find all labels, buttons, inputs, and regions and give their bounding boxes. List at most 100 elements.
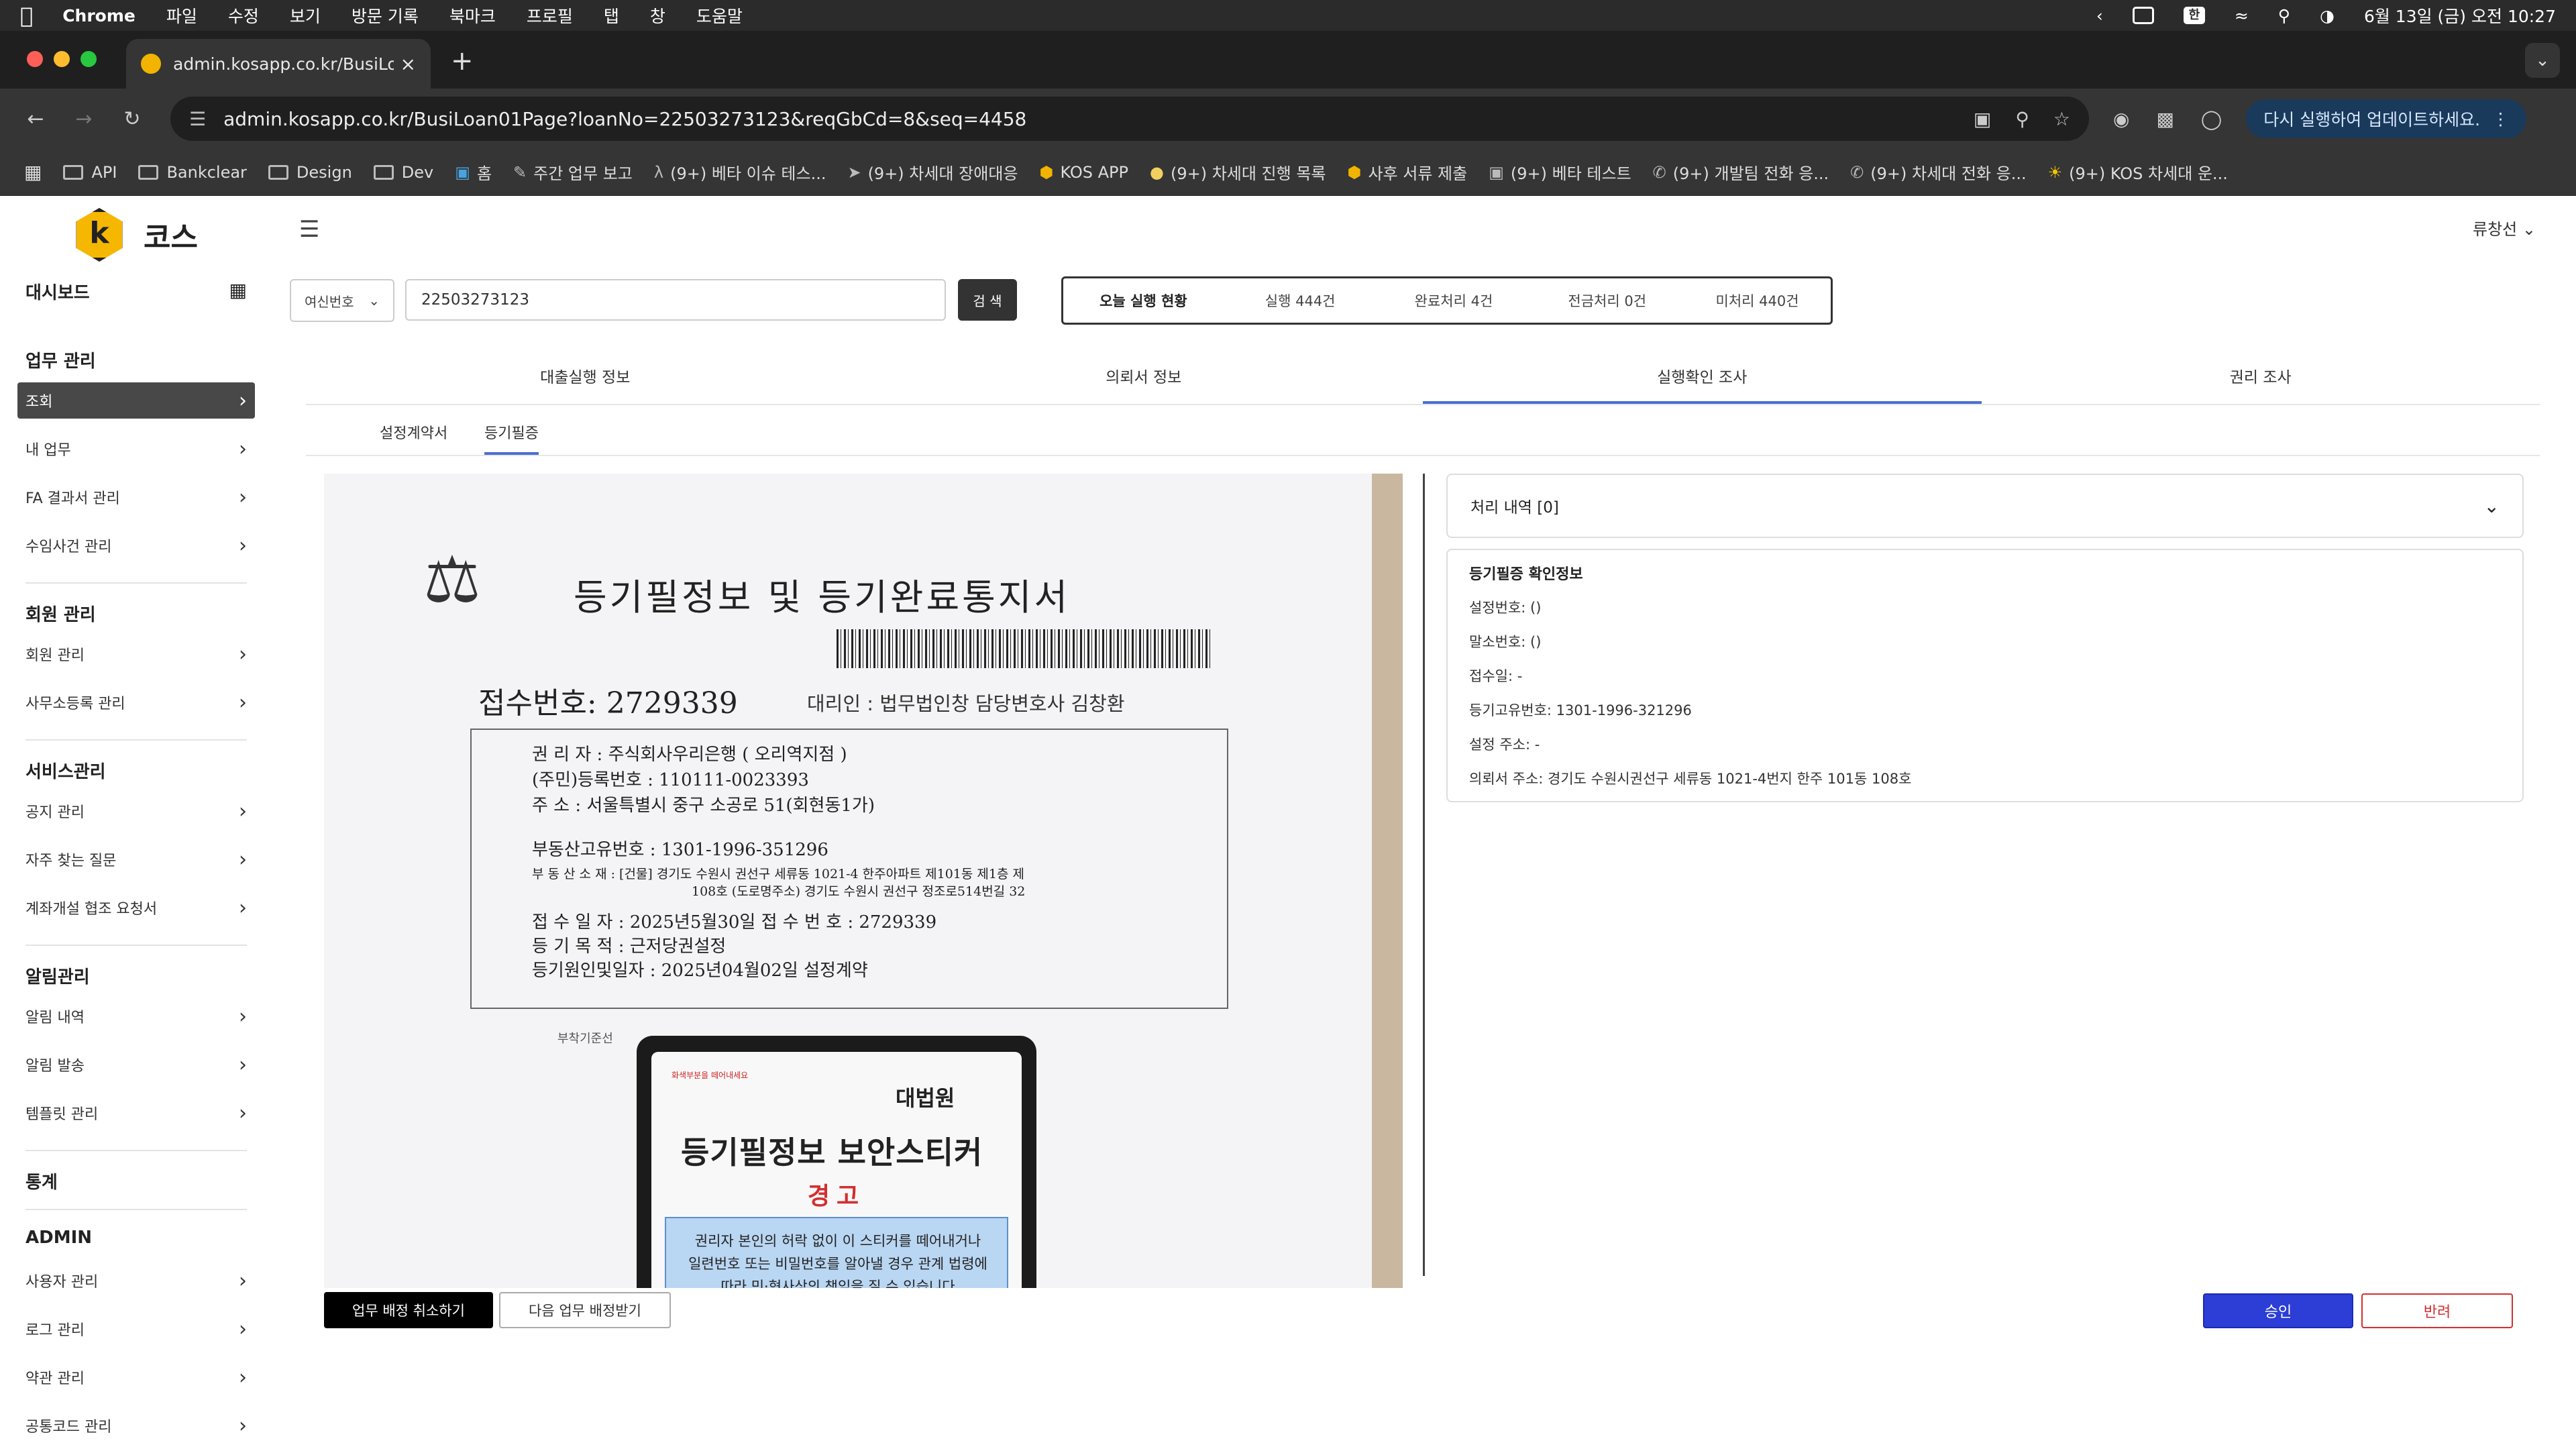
bookmark-next-phone[interactable]: ✆ (9+) 차세대 전화 응... bbox=[1850, 160, 2026, 184]
sidebar-item-faq[interactable]: 자주 찾는 질문 › bbox=[17, 841, 255, 877]
new-tab-icon[interactable]: + bbox=[451, 46, 474, 76]
sidebar-item-common-codes[interactable]: 공통코드 관리 › bbox=[17, 1407, 255, 1444]
window-minimize-icon[interactable] bbox=[54, 51, 70, 67]
sidebar-item-fa-report[interactable]: FA 결과서 관리 › bbox=[17, 479, 255, 515]
bookmark-design[interactable]: Design bbox=[268, 163, 352, 182]
tab-rights-check[interactable]: 권리 조사 bbox=[1982, 356, 2540, 404]
sidebar-item-notification-history[interactable]: 알림 내역 › bbox=[17, 998, 255, 1034]
bookmark-dev-phone[interactable]: ✆ (9+) 개발팀 전화 응... bbox=[1653, 160, 1829, 184]
control-center-icon[interactable]: ◑ bbox=[2320, 6, 2334, 25]
main-tabs: 대출실행 정보 의뢰서 정보 실행확인 조사 권리 조사 bbox=[306, 356, 2540, 405]
tab-loan-execution[interactable]: 대출실행 정보 bbox=[306, 356, 865, 404]
zoom-icon[interactable]: ⚲ bbox=[2015, 108, 2029, 130]
menu-profile[interactable]: 프로필 bbox=[527, 3, 573, 28]
info-title: 등기필증 확인정보 bbox=[1469, 566, 1583, 583]
logo[interactable]: k 코스 bbox=[72, 208, 198, 262]
tab-request-info[interactable]: 의뢰서 정보 bbox=[865, 356, 1424, 404]
menu-bookmarks[interactable]: 북마크 bbox=[449, 3, 496, 28]
install-app-icon[interactable]: ▣ bbox=[1974, 108, 1991, 130]
search-type-select[interactable]: 여신번호 ⌄ bbox=[290, 279, 394, 322]
sidebar-item-templates[interactable]: 템플릿 관리 › bbox=[17, 1095, 255, 1131]
sidebar-item-terms[interactable]: 약관 관리 › bbox=[17, 1359, 255, 1395]
sidebar-item-dashboard[interactable]: 대시보드 ▦ bbox=[25, 279, 247, 304]
bookmark-progress[interactable]: ● (9+) 차세대 진행 목록 bbox=[1150, 160, 1326, 184]
browser-tab-active[interactable]: admin.kosapp.co.kr/BusiLoan × bbox=[126, 39, 431, 89]
bookmark-weekly-report[interactable]: ✎ 주간 업무 보고 bbox=[513, 160, 633, 184]
menu-tab[interactable]: 탭 bbox=[604, 3, 619, 28]
window-close-icon[interactable] bbox=[27, 51, 43, 67]
sidebar-item-users[interactable]: 사용자 관리 › bbox=[17, 1263, 255, 1299]
sidebar-item-cases[interactable]: 수임사건 관리 › bbox=[17, 527, 255, 564]
bookmark-incident[interactable]: ➤ (9+) 차세대 장애대응 bbox=[847, 160, 1018, 184]
approve-button[interactable]: 승인 bbox=[2203, 1293, 2353, 1328]
search-button[interactable]: 검 색 bbox=[958, 279, 1017, 321]
bookmark-home[interactable]: ▣ 홈 bbox=[455, 160, 492, 184]
menu-app-name[interactable]: Chrome bbox=[62, 6, 136, 25]
document-reg-number: (주민)등록번호 : 110111-0023393 bbox=[532, 770, 809, 790]
spotlight-search-icon[interactable]: ⚲ bbox=[2278, 6, 2290, 25]
tab-search-chevron-icon[interactable]: ⌄ bbox=[2525, 43, 2560, 78]
menu-history[interactable]: 방문 기록 bbox=[352, 3, 419, 28]
user-menu[interactable]: 류창선 ⌄ bbox=[2473, 216, 2536, 239]
extensions-puzzle-icon[interactable]: ▩ bbox=[2156, 108, 2174, 130]
bookmark-post-docs[interactable]: ⬢ 사후 서류 제출 bbox=[1348, 160, 1468, 184]
update-chrome-button[interactable]: 다시 실행하여 업데이트하세요. ⋮ bbox=[2246, 99, 2527, 138]
profile-icon[interactable]: ◯ bbox=[2201, 108, 2222, 130]
tab-execution-check[interactable]: 실행확인 조사 bbox=[1423, 356, 1982, 404]
menu-edit[interactable]: 수정 bbox=[228, 3, 259, 28]
apple-icon[interactable]:  bbox=[20, 3, 33, 28]
bookmark-beta-issue[interactable]: λ (9+) 베타 이슈 테스... bbox=[654, 160, 826, 184]
sidebar-item-members[interactable]: 회원 관리 › bbox=[17, 636, 255, 672]
document-address: 주 소 : 서울특별시 중구 소공로 51(회현동1가) bbox=[532, 796, 875, 816]
site-info-icon[interactable]: ☰ bbox=[189, 108, 206, 130]
bookmark-dev[interactable]: Dev bbox=[373, 163, 433, 182]
sidebar-item-office-registration[interactable]: 사무소등록 관리 › bbox=[17, 684, 255, 720]
section-statistics[interactable]: 통계 bbox=[25, 1169, 58, 1193]
bookmark-bankclear[interactable]: Bankclear bbox=[138, 163, 247, 182]
bookmark-beta-test[interactable]: ▣ (9+) 베타 테스트 bbox=[1489, 160, 1631, 184]
sidebar-item-logs[interactable]: 로그 관리 › bbox=[17, 1311, 255, 1347]
camera-extension-icon[interactable]: ◉ bbox=[2113, 108, 2129, 130]
tab-close-icon[interactable]: × bbox=[400, 53, 416, 75]
bookmark-kos-app[interactable]: ⬢ KOS APP bbox=[1040, 163, 1129, 182]
menu-help[interactable]: 도움말 bbox=[696, 3, 743, 28]
subtab-registry-certificate[interactable]: 등기필증 bbox=[484, 421, 539, 455]
sidebar-item-notices[interactable]: 공지 관리 › bbox=[17, 793, 255, 829]
subtab-contract[interactable]: 설정계약서 bbox=[380, 421, 447, 443]
address-url[interactable]: admin.kosapp.co.kr/BusiLoan01Page?loanNo… bbox=[223, 108, 1949, 130]
sidebar-item-label: 회원 관리 bbox=[25, 647, 85, 664]
bookmark-kos-ops[interactable]: ☀ (9+) KOS 차세대 운... bbox=[2048, 160, 2228, 184]
chevron-left-icon[interactable]: ‹ bbox=[2096, 6, 2103, 25]
dashboard-label: 대시보드 bbox=[25, 283, 90, 303]
input-method-icon[interactable]: 한 bbox=[2183, 7, 2205, 24]
wifi-icon[interactable]: ≈ bbox=[2235, 6, 2249, 25]
sidebar-item-inquiry[interactable]: 조회 › bbox=[17, 382, 255, 419]
address-bar[interactable]: ☰ admin.kosapp.co.kr/BusiLoan01Page?loan… bbox=[170, 97, 2089, 141]
window-zoom-icon[interactable] bbox=[80, 51, 97, 67]
hamburger-menu-icon[interactable]: ☰ bbox=[299, 216, 319, 243]
user-name: 류창선 bbox=[2473, 220, 2518, 239]
next-assignment-button[interactable]: 다음 업무 배정받기 bbox=[499, 1292, 671, 1328]
bookmark-label: API bbox=[91, 162, 117, 182]
back-arrow-icon[interactable]: ← bbox=[19, 107, 52, 131]
menu-file[interactable]: 파일 bbox=[166, 3, 197, 28]
apps-grid-icon[interactable]: ▦ bbox=[24, 161, 42, 183]
forward-arrow-icon[interactable]: → bbox=[67, 107, 101, 131]
sidebar-item-my-work[interactable]: 내 업무 › bbox=[17, 431, 255, 467]
keyboard-icon[interactable] bbox=[2132, 7, 2154, 24]
cancel-assignment-button[interactable]: 업무 배정 취소하기 bbox=[324, 1292, 493, 1328]
loan-number-input[interactable] bbox=[405, 279, 946, 321]
sidebar-item-notification-send[interactable]: 알림 발송 › bbox=[17, 1046, 255, 1083]
sidebar-item-account-request[interactable]: 계좌개설 협조 요청서 › bbox=[17, 890, 255, 926]
folder-icon bbox=[268, 164, 288, 180]
history-accordion[interactable]: 처리 내역 [0] ⌄ bbox=[1446, 474, 2524, 538]
reject-button[interactable]: 반려 bbox=[2361, 1293, 2513, 1328]
menu-window[interactable]: 창 bbox=[650, 3, 665, 28]
barcode bbox=[837, 629, 1212, 668]
menu-view[interactable]: 보기 bbox=[290, 3, 321, 28]
panel-divider[interactable] bbox=[1423, 474, 1425, 1276]
bookmark-star-icon[interactable]: ☆ bbox=[2053, 108, 2070, 130]
bookmark-api[interactable]: API bbox=[63, 163, 117, 182]
menubar-clock[interactable]: 6월 13일 (금) 오전 10:27 bbox=[2364, 3, 2556, 28]
reload-icon[interactable]: ↻ bbox=[115, 107, 149, 131]
